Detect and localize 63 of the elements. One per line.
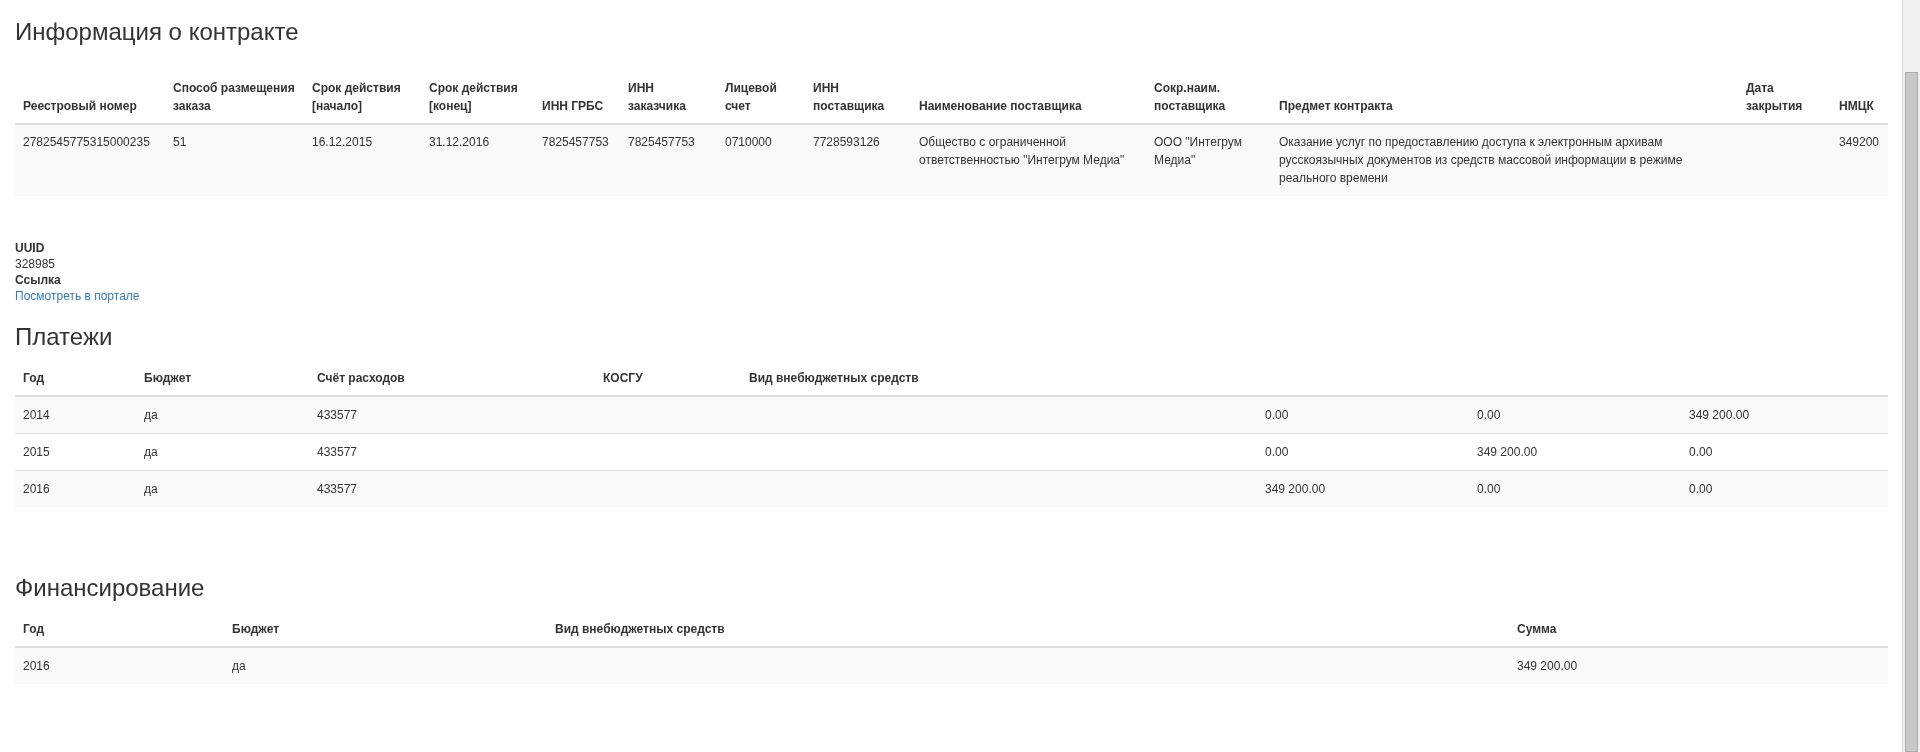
column-header: Вид внебюджетных средств — [749, 371, 919, 385]
table-cell: 349 200.00 — [1265, 482, 1326, 496]
scrollbar-thumb[interactable] — [1905, 72, 1918, 752]
column-header: Наименование поставщика — [919, 99, 1082, 113]
column-header: Предмет контракта — [1279, 99, 1393, 113]
column-header: Способ размещения заказа — [173, 81, 295, 113]
column-header: Дата закрытия — [1746, 81, 1803, 113]
table-cell: Общество с ограниченной ответственностью "Интегрум Медиа" — [919, 135, 1125, 167]
table-cell: 0710000 — [725, 135, 772, 149]
section-title: Информация о контракте — [15, 19, 300, 45]
table-cell: 2016 — [23, 659, 50, 673]
field-label: Ссылка — [15, 272, 62, 288]
table-cell: да — [232, 659, 246, 673]
column-header: Год — [23, 622, 44, 636]
table-cell: 0.00 — [1265, 445, 1289, 459]
table-cell: 0.00 — [1477, 408, 1501, 422]
field-value: 328985 — [15, 256, 57, 272]
table-cell: 7728593126 — [813, 135, 880, 149]
column-header: Год — [23, 371, 44, 385]
table-cell: 0.00 — [1689, 445, 1713, 459]
table-cell: ООО "Интегрум Медиа" — [1154, 135, 1242, 167]
column-header: Сумма — [1517, 622, 1557, 636]
table-cell: 2015 — [23, 445, 50, 459]
table-cell: 51 — [173, 135, 187, 149]
column-header: Бюджет — [232, 622, 280, 636]
column-header: Вид внебюджетных средств — [555, 622, 725, 636]
table-cell: да — [144, 408, 158, 422]
table-cell: 433577 — [317, 482, 358, 496]
table-cell: да — [144, 482, 158, 496]
table-cell: 7825457753 — [628, 135, 695, 149]
section-title: Финансирование — [15, 575, 206, 601]
table-cell: 433577 — [317, 408, 358, 422]
column-header: Лицевой счет — [725, 81, 777, 113]
column-header: ИНН ГРБС — [542, 99, 604, 113]
section-title: Платежи — [15, 324, 114, 350]
table-cell: да — [144, 445, 158, 459]
table-cell: Оказание услуг по предоставлению доступа к электронным архивам русскоязычных документов из средств массовой информации в режиме реального времени — [1279, 135, 1683, 185]
column-header: Реестровый номер — [23, 99, 137, 113]
table-cell: 0.00 — [1689, 482, 1713, 496]
table-cell: 349 200.00 — [1477, 445, 1538, 459]
table-cell: 16.12.2015 — [312, 135, 373, 149]
table-cell: 349200 — [1839, 135, 1880, 149]
column-header: Сокр.наим. поставщика — [1154, 81, 1226, 113]
column-header: Бюджет — [144, 371, 192, 385]
table-cell: 0.00 — [1477, 482, 1501, 496]
table-cell: 0.00 — [1265, 408, 1289, 422]
column-header: Срок действия [конец] — [429, 81, 518, 113]
column-header: ИНН заказчика — [628, 81, 686, 113]
column-header: ИНН поставщика — [813, 81, 885, 113]
table-cell: 31.12.2016 — [429, 135, 490, 149]
table-cell: 7825457753 — [542, 135, 609, 149]
table-cell: 349 200.00 — [1689, 408, 1750, 422]
table-cell: 433577 — [317, 445, 358, 459]
column-header: Счёт расходов — [317, 371, 405, 385]
table-cell: 2782545775315000235 — [23, 135, 150, 149]
column-header: КОСГУ — [603, 371, 643, 385]
column-header: НМЦК — [1839, 99, 1874, 113]
portal-link[interactable]: Посмотреть в портале — [15, 289, 140, 303]
field-label: UUID — [15, 240, 46, 256]
table-cell: 2016 — [23, 482, 50, 496]
table-cell: 349 200.00 — [1517, 659, 1578, 673]
table-cell: 2014 — [23, 408, 50, 422]
column-header: Срок действия [начало] — [312, 81, 401, 113]
